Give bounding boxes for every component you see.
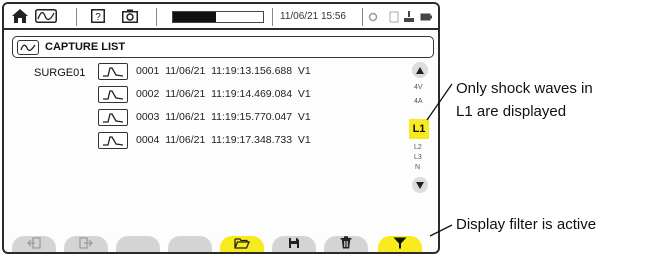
annotation-filter-note-line1: Only shock waves in — [456, 80, 593, 97]
annotation-active-note: Display filter is active — [456, 216, 597, 233]
annotation-filter-note-line2: L1 are displayed — [456, 103, 567, 120]
active-leader-line — [429, 224, 453, 237]
filter-leader-line — [426, 83, 453, 121]
